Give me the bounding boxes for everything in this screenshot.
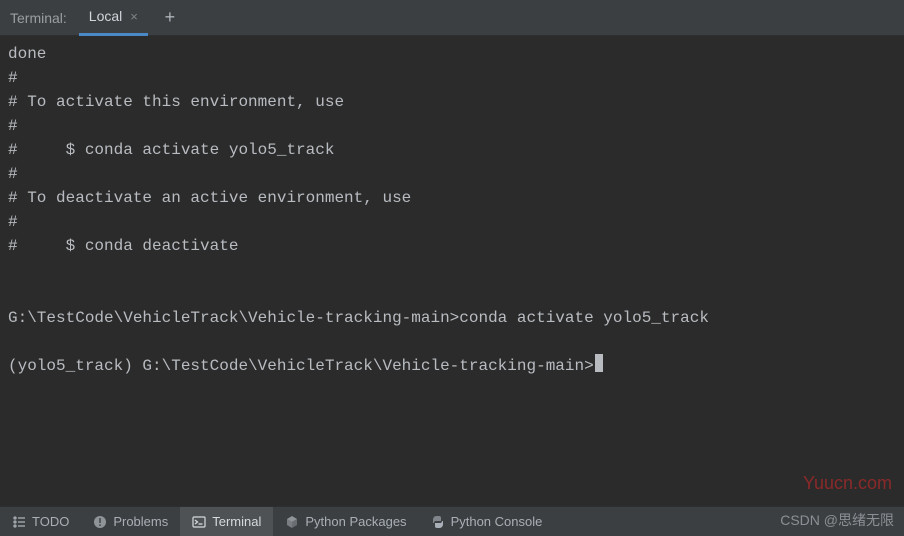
terminal-line: # To activate this environment, use (8, 93, 344, 111)
toolwin-label: Terminal (212, 514, 261, 529)
toolwin-label: Python Console (451, 514, 543, 529)
terminal-tab-label: Local (89, 8, 122, 24)
terminal-line: # To deactivate an active environment, u… (8, 189, 411, 207)
packages-icon (285, 515, 299, 529)
terminal-output[interactable]: done # # To activate this environment, u… (0, 36, 904, 506)
toolwin-python-packages[interactable]: Python Packages (273, 507, 418, 536)
terminal-line: # (8, 117, 18, 135)
python-icon (431, 515, 445, 529)
terminal-line: # (8, 213, 18, 231)
toolwin-label: TODO (32, 514, 69, 529)
tool-window-bar: TODO Problems Terminal Python Packages P… (0, 506, 904, 536)
terminal-line: done (8, 45, 46, 63)
toolwin-problems[interactable]: Problems (81, 507, 180, 536)
terminal-tab-local[interactable]: Local × (79, 0, 148, 36)
terminal-prompt: (yolo5_track) G:\TestCode\VehicleTrack\V… (8, 357, 594, 375)
terminal-panel-label: Terminal: (6, 10, 67, 26)
toolwin-terminal[interactable]: Terminal (180, 507, 273, 536)
warning-icon (93, 515, 107, 529)
toolwin-label: Python Packages (305, 514, 406, 529)
terminal-line: # $ conda activate yolo5_track (8, 141, 334, 159)
terminal-line: # (8, 165, 18, 183)
plus-icon: + (165, 7, 176, 28)
terminal-tabbar: Terminal: Local × + (0, 0, 904, 36)
list-icon (12, 515, 26, 529)
terminal-icon (192, 515, 206, 529)
toolwin-python-console[interactable]: Python Console (419, 507, 555, 536)
terminal-line: # $ conda deactivate (8, 237, 238, 255)
toolwin-label: Problems (113, 514, 168, 529)
terminal-line: # (8, 69, 18, 87)
toolwin-todo[interactable]: TODO (0, 507, 81, 536)
add-tab-button[interactable]: + (156, 4, 184, 32)
terminal-line: G:\TestCode\VehicleTrack\Vehicle-trackin… (8, 309, 709, 327)
terminal-cursor (595, 354, 603, 372)
close-icon[interactable]: × (130, 9, 138, 24)
